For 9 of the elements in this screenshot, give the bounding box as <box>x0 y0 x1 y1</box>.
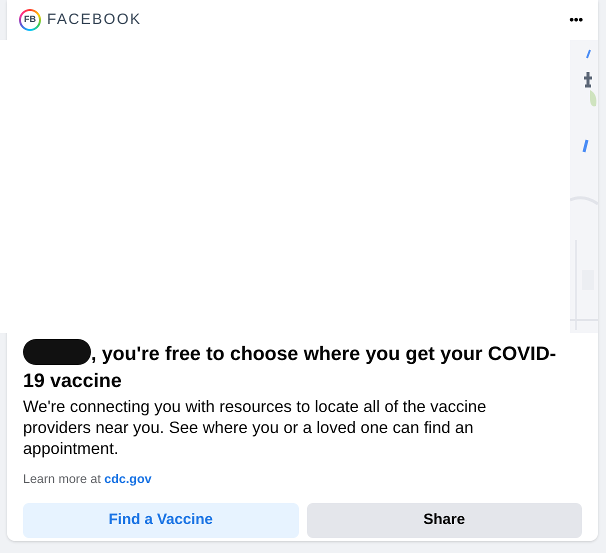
headline: , you're free to choose where you get your COVID-19 vaccine <box>23 343 556 392</box>
learn-more-text: Learn more at cdc.gov <box>23 471 153 488</box>
description: We're connecting you with resources to locate all of the vaccine providers near you. See where you or a loved one can find an appointment. <box>23 397 488 460</box>
cdc-link[interactable]: cdc.gov <box>104 472 152 486</box>
share-button[interactable]: Share <box>306 502 582 538</box>
brand-name: FACEBOOK <box>47 10 142 30</box>
more-options-button[interactable]: ••• <box>569 10 586 30</box>
find-vaccine-button[interactable]: Find a Vaccine <box>23 502 298 538</box>
logo-icon: FB <box>19 9 41 31</box>
